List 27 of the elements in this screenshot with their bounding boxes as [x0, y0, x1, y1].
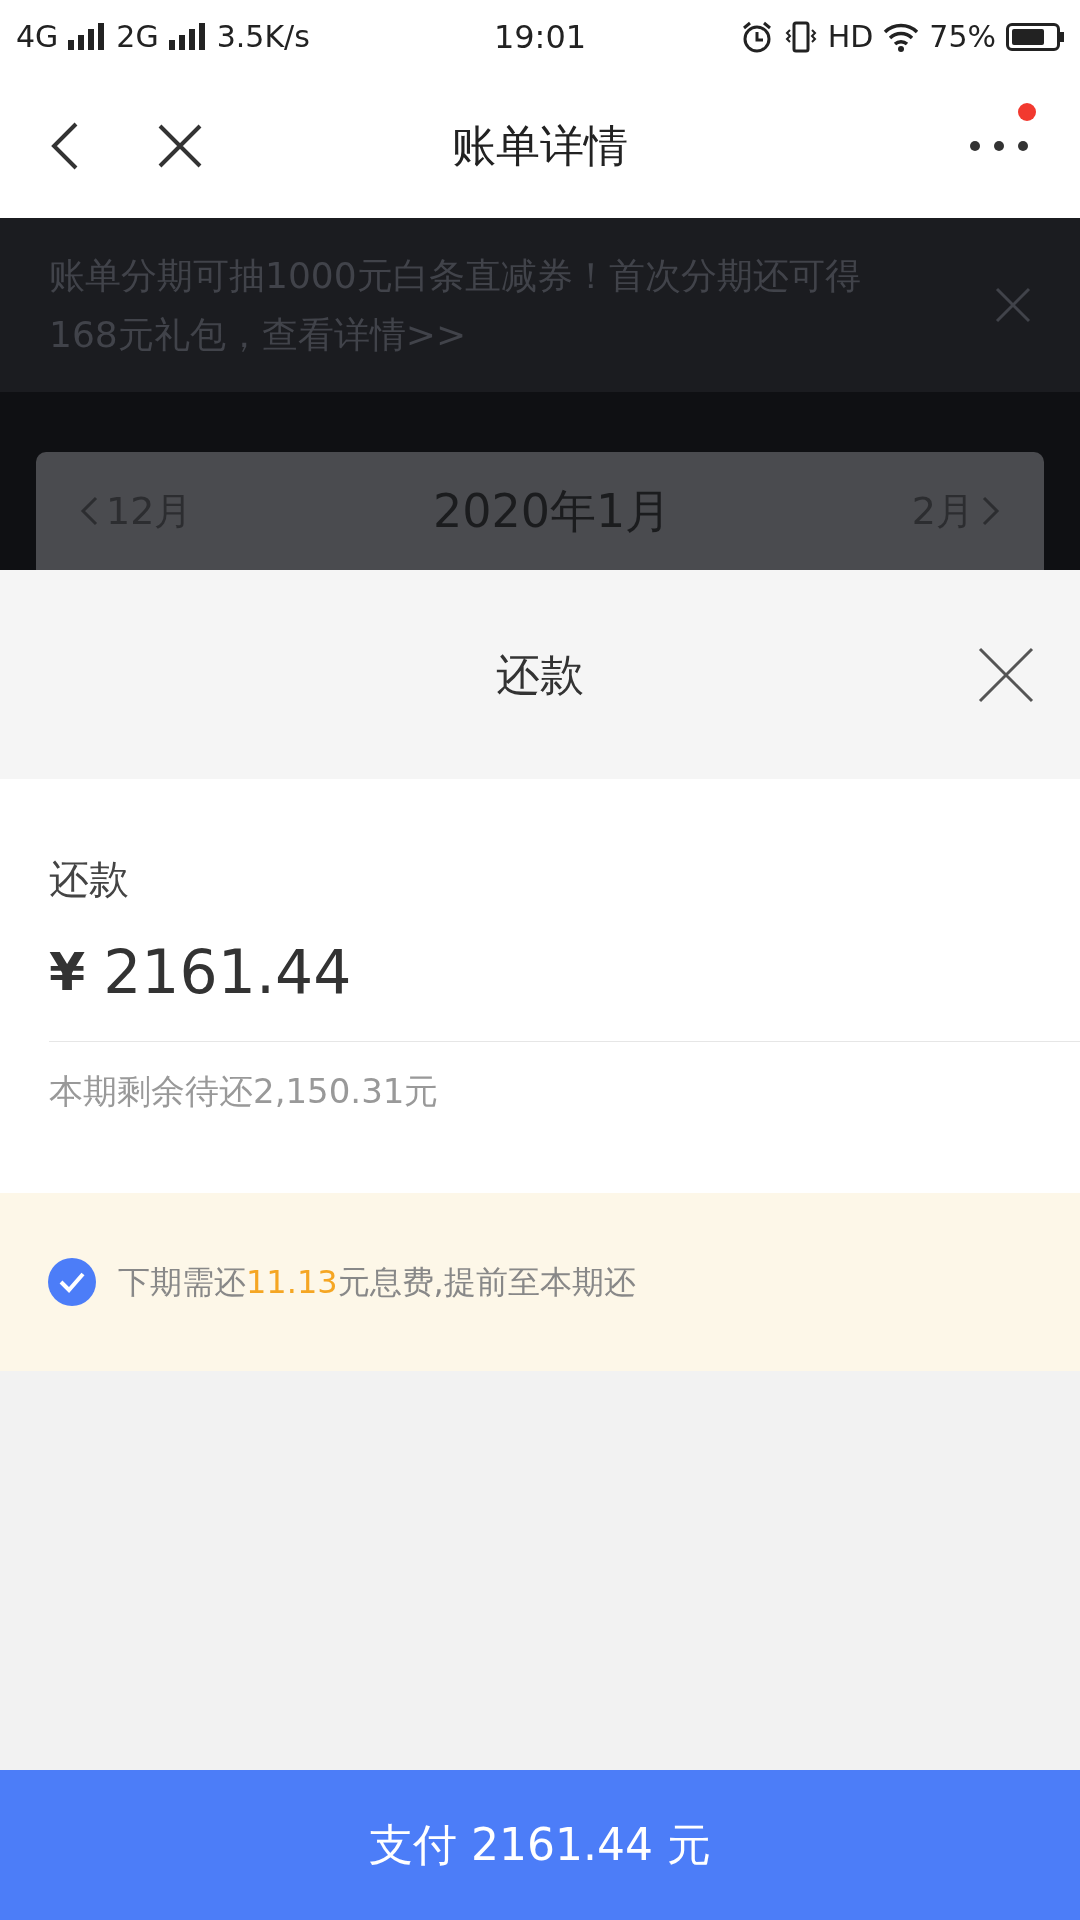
battery-label: 75%	[929, 18, 996, 56]
close-icon[interactable]	[158, 123, 202, 168]
chevron-left-icon	[80, 496, 98, 526]
network-label: 4G	[16, 18, 59, 56]
signal-icon	[68, 21, 107, 52]
option-text: 下期需还11.13元息费,提前至本期还	[118, 1262, 636, 1303]
amount-value: 2161.44	[103, 936, 352, 1009]
currency-symbol: ¥	[49, 941, 86, 1004]
wifi-icon	[883, 21, 920, 52]
speed-label: 3.5K/s	[216, 18, 310, 56]
clock-time: 19:01	[493, 16, 587, 58]
back-icon[interactable]	[50, 120, 80, 171]
remaining-text: 本期剩余待还2,150.31元	[49, 1070, 440, 1113]
battery-icon	[1006, 22, 1064, 51]
more-icon[interactable]	[968, 138, 1030, 153]
vibrate-icon	[783, 19, 818, 54]
chevron-right-icon	[982, 496, 1000, 526]
page-title: 账单详情	[452, 118, 628, 173]
hd-label: HD	[827, 18, 874, 56]
sheet-title: 还款	[496, 647, 584, 702]
close-icon[interactable]	[978, 646, 1034, 703]
network-label: 2G	[116, 18, 159, 56]
amount-label: 还款	[49, 855, 130, 904]
checkmark-icon	[58, 1271, 86, 1293]
pay-button[interactable]: 支付 2161.44 元	[0, 1770, 1080, 1920]
checkbox[interactable]	[48, 1258, 96, 1306]
signal-icon	[168, 21, 207, 52]
